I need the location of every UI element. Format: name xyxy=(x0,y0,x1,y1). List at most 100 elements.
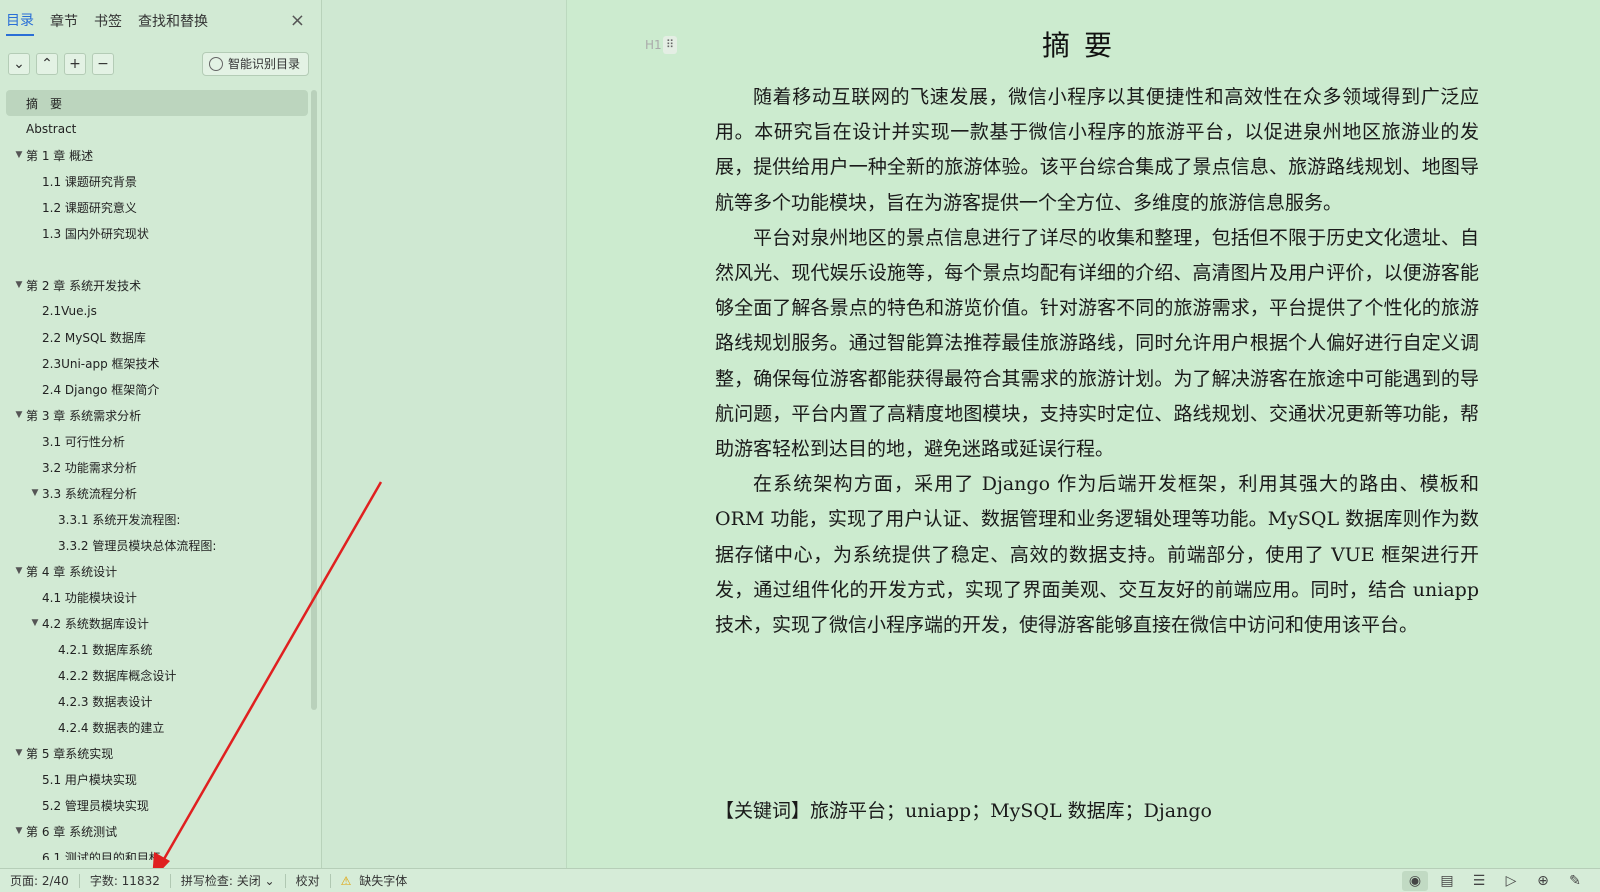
toc-item-label: 1.2 课题研究意义 xyxy=(42,200,137,215)
collapse-toggle-icon[interactable]: ▼ xyxy=(28,618,42,628)
word-count[interactable]: 字数: 11832 xyxy=(80,872,170,889)
play-icon[interactable]: ▷ xyxy=(1498,871,1524,891)
toc-item[interactable]: ▼ 3.3 系统流程分析 xyxy=(6,480,308,506)
toc-item-label: 3.3.2 管理员模块总体流程图: xyxy=(58,538,217,553)
page-counter[interactable]: 页面: 2/40 xyxy=(0,872,79,889)
abstract-paragraph: 在系统架构方面，采用了 Django 作为后端开发框架，利用其强大的路由、模板和… xyxy=(715,473,1479,637)
document-page[interactable]: H1 ⠿ 摘要 随着移动互联网的飞速发展，微信小程序以其便捷性和高效性在众多领域… xyxy=(566,0,1600,868)
collapse-toggle-icon[interactable]: ▼ xyxy=(12,150,26,160)
toc-item[interactable] xyxy=(6,246,308,272)
toc-item[interactable]: 6.1 测试的目的和目标 xyxy=(6,844,308,861)
toc-item[interactable]: Abstract xyxy=(6,116,308,142)
toc-item-label: 2.3Uni-app 框架技术 xyxy=(42,356,160,371)
collapse-toggle-icon[interactable]: ▼ xyxy=(12,826,26,836)
smart-recognize-icon xyxy=(208,57,223,71)
toc-item-label: 4.2.1 数据库系统 xyxy=(58,642,153,657)
toc-item-label: 第 1 章 概述 xyxy=(26,148,94,163)
toc-item[interactable]: 2.2 MySQL 数据库 xyxy=(6,324,308,350)
toc-item-label: 第 3 章 系统需求分析 xyxy=(26,408,142,423)
abstract-paragraph: 平台对泉州地区的景点信息进行了详尽的收集和整理，包括但不限于历史文化遗址、自然风… xyxy=(715,226,1479,461)
remove-heading-button[interactable]: − xyxy=(92,53,114,75)
toc-item[interactable]: 2.3Uni-app 框架技术 xyxy=(6,350,308,376)
tab-bookmarks[interactable]: 书签 xyxy=(94,7,122,35)
abstract-paragraph: 随着移动互联网的飞速发展，微信小程序以其便捷性和高效性在众多领域得到广泛应用。本… xyxy=(715,86,1479,214)
toc-item-label: 5.2 管理员模块实现 xyxy=(42,798,149,813)
toc-item[interactable]: 2.4 Django 框架简介 xyxy=(6,376,308,402)
toc-item-label: 3.1 可行性分析 xyxy=(42,434,125,449)
smart-toc-label: 智能识别目录 xyxy=(227,57,300,71)
toc-item[interactable]: 摘 要 xyxy=(6,90,308,116)
toc-item[interactable]: ▼ 第 1 章 概述 xyxy=(6,142,308,168)
tab-chapters[interactable]: 章节 xyxy=(50,7,78,35)
toc-item[interactable]: 1.2 课题研究意义 xyxy=(6,194,308,220)
proofread-button[interactable]: 校对 xyxy=(286,872,330,889)
tab-toc[interactable]: 目录 xyxy=(6,6,34,36)
toc-item[interactable]: ▼ 第 6 章 系统测试 xyxy=(6,818,308,844)
toc-item[interactable]: 3.2 功能需求分析 xyxy=(6,454,308,480)
toc-item[interactable]: ▼ 第 5 章系统实现 xyxy=(6,740,308,766)
toc-list: 摘 要 Abstract ▼ 第 1 章 概述 1.1 课题研究背景 1.2 课题研究意义… xyxy=(6,90,308,860)
smart-toc-button[interactable]: 智能识别目录 xyxy=(201,52,309,76)
outline-view-icon[interactable]: ☰ xyxy=(1466,871,1492,891)
collapse-toggle-icon[interactable]: ▼ xyxy=(12,410,26,420)
collapse-toggle-icon[interactable]: ▼ xyxy=(12,566,26,576)
toc-item[interactable]: 4.2.4 数据表的建立 xyxy=(6,714,308,740)
keywords-line: 【关键词】旅游平台；uniapp；MySQL 数据库；Django xyxy=(715,800,1212,822)
collapse-toggle-icon[interactable]: ▼ xyxy=(12,748,26,758)
tab-find-replace[interactable]: 查找和替换 xyxy=(138,7,208,35)
abstract-body: 随着移动互联网的飞速发展，微信小程序以其便捷性和高效性在众多领域得到广泛应用。本… xyxy=(715,80,1479,643)
missing-font-button[interactable]: ⚠ 缺失字体 xyxy=(331,872,418,889)
toc-item-label: 第 5 章系统实现 xyxy=(26,746,114,761)
toc-item[interactable]: ▼ 第 4 章 系统设计 xyxy=(6,558,308,584)
expand-down-button[interactable]: ⌄ xyxy=(8,53,30,75)
add-heading-button[interactable]: + xyxy=(64,53,86,75)
view-controls: ◉ ▤ ☰ ▷ ⊕ ✎ xyxy=(1396,869,1588,892)
sidebar-tabs: 目录 章节 书签 查找和替换 × xyxy=(0,0,321,42)
toc-item-label: 4.2.3 数据表设计 xyxy=(58,694,153,709)
spell-check-label: 拼写检查: 关闭 xyxy=(180,874,261,888)
toc-item-label: 第 6 章 系统测试 xyxy=(26,824,118,839)
toc-item-label: 6.1 测试的目的和目标 xyxy=(42,850,161,861)
toc-item-label: 第 4 章 系统设计 xyxy=(26,564,118,579)
toc-item[interactable]: 2.1Vue.js xyxy=(6,298,308,324)
toc-item-label: 2.1Vue.js xyxy=(42,304,97,318)
toc-item-label: 5.1 用户模块实现 xyxy=(42,772,137,787)
page-view-icon[interactable]: ▤ xyxy=(1434,871,1460,891)
toc-item[interactable]: 3.3.1 系统开发流程图: xyxy=(6,506,308,532)
close-icon[interactable]: × xyxy=(290,10,305,31)
collapse-up-button[interactable]: ⌃ xyxy=(36,53,58,75)
toc-item[interactable]: 5.2 管理员模块实现 xyxy=(6,792,308,818)
toc-item[interactable]: 5.1 用户模块实现 xyxy=(6,766,308,792)
toc-item[interactable]: ▼ 第 3 章 系统需求分析 xyxy=(6,402,308,428)
toc-item-label: 3.3 系统流程分析 xyxy=(42,486,137,501)
toc-item[interactable]: ▼ 第 2 章 系统开发技术 xyxy=(6,272,308,298)
page-title: 摘要 xyxy=(1041,29,1126,62)
status-bar: 页面: 2/40 字数: 11832 拼写检查: 关闭 ⌄ 校对 ⚠ 缺失字体 … xyxy=(0,868,1600,892)
toc-item-label: 2.4 Django 框架简介 xyxy=(42,382,160,397)
toc-item[interactable]: 4.2.1 数据库系统 xyxy=(6,636,308,662)
toc-item[interactable]: 1.3 国内外研究现状 xyxy=(6,220,308,246)
toc-item-label: 4.1 功能模块设计 xyxy=(42,590,137,605)
toc-toolbar: ⌄ ⌃ + − 智能识别目录 xyxy=(0,42,321,86)
eye-protection-icon[interactable]: ◉ xyxy=(1402,871,1428,891)
toc-item[interactable]: ▼ 4.2 系统数据库设计 xyxy=(6,610,308,636)
collapse-toggle-icon[interactable]: ▼ xyxy=(12,280,26,290)
toc-item-label: 第 2 章 系统开发技术 xyxy=(26,278,142,293)
toc-item-label: 2.2 MySQL 数据库 xyxy=(42,330,146,345)
toc-scrollbar[interactable] xyxy=(311,90,317,710)
toc-item-label: 4.2 系统数据库设计 xyxy=(42,616,149,631)
toc-item[interactable]: 1.1 课题研究背景 xyxy=(6,168,308,194)
web-view-icon[interactable]: ⊕ xyxy=(1530,871,1556,891)
toc-item[interactable]: 3.3.2 管理员模块总体流程图: xyxy=(6,532,308,558)
toc-item-label: 3.2 功能需求分析 xyxy=(42,460,137,475)
toc-item[interactable]: 3.1 可行性分析 xyxy=(6,428,308,454)
toc-item[interactable]: 4.2.2 数据库概念设计 xyxy=(6,662,308,688)
pen-icon[interactable]: ✎ xyxy=(1562,871,1588,891)
toc-item-label: 摘 要 xyxy=(26,96,63,111)
toc-item-label: 3.3.1 系统开发流程图: xyxy=(58,512,181,527)
spell-check-toggle[interactable]: 拼写检查: 关闭 ⌄ xyxy=(171,872,285,889)
toc-item[interactable]: 4.2.3 数据表设计 xyxy=(6,688,308,714)
chevron-down-icon: ⌄ xyxy=(264,874,275,888)
collapse-toggle-icon[interactable]: ▼ xyxy=(28,488,42,498)
toc-item[interactable]: 4.1 功能模块设计 xyxy=(6,584,308,610)
